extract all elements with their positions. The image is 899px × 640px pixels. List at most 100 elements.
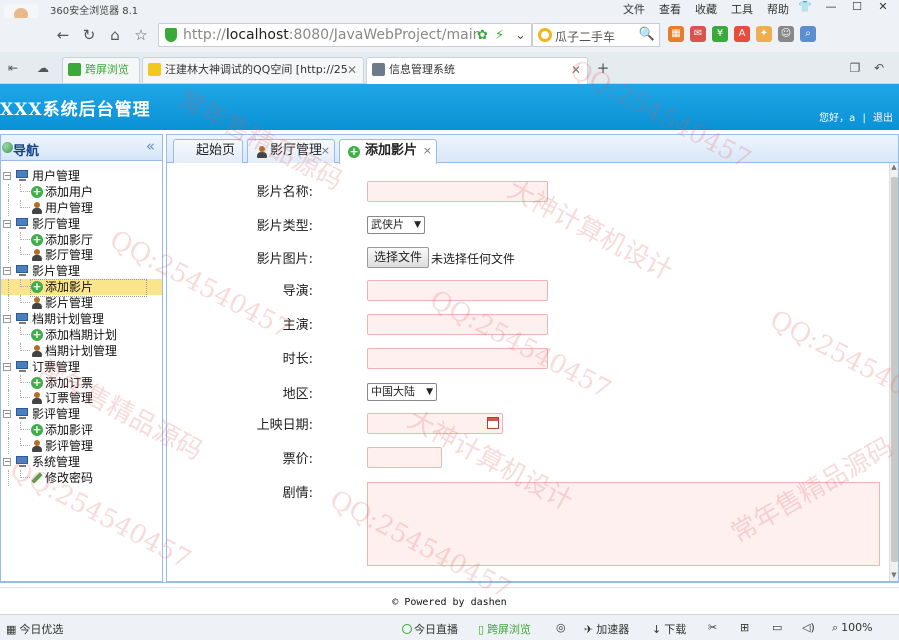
close-tab-icon[interactable]: ×	[321, 140, 330, 162]
collapse-toggle-icon[interactable]: −	[3, 315, 11, 324]
safety-icon[interactable]: ¥	[712, 26, 728, 42]
address-bar[interactable]: http://localhost:8080/JavaWebProject/mai…	[158, 23, 532, 47]
actor-input[interactable]	[367, 314, 548, 335]
sidebar-item[interactable]: + 添加订票	[1, 374, 162, 391]
choose-file-button[interactable]: 选择文件	[367, 247, 430, 268]
tab-qq-space[interactable]: 汪建林大神调试的QQ空间 [http://25 ✕	[142, 57, 364, 83]
mail-icon[interactable]: ✉	[690, 26, 706, 42]
translate-icon[interactable]: ✦	[756, 26, 772, 42]
game-icon[interactable]: ☺	[778, 26, 794, 42]
collapse-icon[interactable]: «	[146, 137, 155, 155]
live-link[interactable]: 今日直播	[402, 621, 458, 637]
tab-history-icon[interactable]: ⇤	[2, 58, 24, 78]
movie-name-input[interactable]	[367, 181, 548, 202]
zoom-search-icon[interactable]: ⌕	[800, 26, 816, 42]
sidebar-group[interactable]: − 系统管理	[1, 454, 162, 470]
screenshot-icon[interactable]: A	[734, 26, 750, 42]
duration-input[interactable]	[367, 348, 548, 369]
accelerator-link[interactable]: ✈ 加速器	[584, 621, 629, 637]
tab-add-movie[interactable]: + 添加影片 ×	[339, 139, 437, 164]
search-icon[interactable]: 🔍	[639, 27, 655, 42]
browser-titlebar: 360安全浏览器 8.1 文件 查看 收藏 工具 帮助 👕 — ☐ ✕	[0, 0, 899, 40]
sidebar-group[interactable]: − 档期计划管理	[1, 311, 162, 327]
scroll-thumb[interactable]	[891, 177, 898, 562]
collapse-toggle-icon[interactable]: −	[3, 219, 11, 228]
apps-icon[interactable]: ▦	[668, 26, 684, 42]
sidebar-item[interactable]: + 添加档期计划	[1, 326, 162, 343]
window-icon[interactable]: ▭	[772, 621, 782, 634]
content-scrollbar[interactable]: ▲ ▼	[889, 163, 898, 581]
collapse-toggle-icon[interactable]: −	[3, 172, 11, 180]
search-box[interactable]: 瓜子二手车 🔍	[532, 23, 660, 47]
release-date-input[interactable]	[367, 413, 503, 434]
plot-textarea[interactable]	[367, 482, 880, 566]
director-input[interactable]	[367, 280, 548, 301]
close-icon[interactable]: ✕	[871, 0, 895, 14]
region-select[interactable]: 中国大陆 ▼	[367, 383, 437, 401]
browser-tabs-row: ⇤ ☁ 跨屏浏览 汪建林大神调试的QQ空间 [http://25 ✕ 信息管理系…	[0, 52, 899, 84]
collapse-toggle-icon[interactable]: −	[3, 362, 11, 371]
sidebar-item[interactable]: 档期计划管理	[1, 342, 162, 359]
cross-screen-link[interactable]: ▯ 跨屏浏览	[478, 621, 531, 637]
cloud-icon[interactable]: ☁	[32, 58, 54, 78]
price-input[interactable]	[367, 447, 442, 468]
skin-icon[interactable]: 👕	[793, 0, 817, 14]
tab-info-system[interactable]: 信息管理系统 ✕	[366, 57, 588, 84]
sidebar-item[interactable]: + 添加影片	[1, 279, 162, 298]
network-icon[interactable]: ◎	[556, 621, 566, 634]
calendar-icon[interactable]	[487, 417, 499, 429]
collapse-toggle-icon[interactable]: −	[3, 458, 11, 467]
cleanup-icon[interactable]: ⊞	[740, 621, 749, 634]
sidebar-group[interactable]: − 影评管理	[1, 406, 162, 422]
address-dropdown-icon[interactable]: ⌄	[515, 28, 526, 43]
sidebar-item[interactable]: 影厅管理	[1, 247, 162, 264]
tab-cross-screen[interactable]: 跨屏浏览	[62, 57, 140, 83]
back-icon[interactable]: ←	[52, 25, 74, 45]
menu-tools[interactable]: 工具	[731, 1, 753, 17]
close-tab-icon[interactable]: ✕	[347, 58, 357, 82]
sidebar-group[interactable]: − 影片管理	[1, 263, 162, 279]
sidebar-item[interactable]: 影评管理	[1, 438, 162, 455]
menu-favorites[interactable]: 收藏	[695, 1, 717, 17]
maximize-icon[interactable]: ☐	[845, 0, 869, 14]
home-icon[interactable]: ⌂	[104, 25, 126, 45]
undo-close-icon[interactable]: ↶	[868, 58, 890, 78]
tab-home[interactable]: 起始页	[173, 139, 243, 163]
sound-icon[interactable]: ◁)	[802, 621, 815, 634]
new-tab-button[interactable]: +	[592, 58, 614, 78]
screenshot-icon[interactable]: ✂	[708, 621, 717, 634]
daily-picks[interactable]: ▦ 今日优选	[6, 621, 63, 637]
close-tab-icon[interactable]: ×	[423, 140, 432, 162]
sidebar-item[interactable]: 修改密码	[1, 469, 162, 486]
sidebar-item[interactable]: 订票管理	[1, 390, 162, 407]
browser-statusbar: ▦ 今日优选 今日直播 ▯ 跨屏浏览 ◎ ✈ 加速器 ↓ 下载 ✂ ⊞ ▭ ◁) ⌕ 10…	[0, 614, 899, 640]
sidebar-group[interactable]: − 影厅管理	[1, 216, 162, 232]
sidebar-group[interactable]: − 订票管理	[1, 359, 162, 375]
star-icon[interactable]: ☆	[130, 25, 152, 45]
menu-help[interactable]: 帮助	[767, 1, 789, 17]
collapse-toggle-icon[interactable]: −	[3, 410, 11, 419]
sidebar-item[interactable]: 影片管理	[1, 295, 162, 312]
tab-list-icon[interactable]: ❐	[844, 58, 866, 78]
menu-view[interactable]: 查看	[659, 1, 681, 17]
sidebar-item[interactable]: + 添加影评	[1, 422, 162, 439]
sidebar-item[interactable]: + 添加用户	[1, 183, 162, 200]
collapse-toggle-icon[interactable]: −	[3, 267, 11, 276]
logout-link[interactable]: 退出	[873, 113, 893, 124]
scroll-down-icon[interactable]: ▼	[890, 571, 898, 581]
menu-file[interactable]: 文件	[623, 1, 645, 17]
close-tab-icon[interactable]: ✕	[571, 58, 581, 82]
movie-type-select[interactable]: 武侠片 ▼	[367, 216, 425, 234]
refresh-icon[interactable]: ↻	[78, 25, 100, 45]
sidebar-group[interactable]: − 用户管理	[1, 168, 162, 184]
user-icon	[31, 201, 43, 214]
download-link[interactable]: ↓ 下载	[652, 621, 686, 637]
sidebar-item[interactable]: 用户管理	[1, 199, 162, 216]
speed-mode-icon[interactable]: ⚡	[495, 28, 504, 43]
tab-hall-management[interactable]: 影厅管理 ×	[247, 139, 335, 163]
compat-mode-icon[interactable]: ✿	[477, 28, 488, 43]
sidebar-item[interactable]: + 添加影厅	[1, 231, 162, 248]
scroll-up-icon[interactable]: ▲	[890, 163, 898, 173]
minimize-icon[interactable]: —	[819, 0, 843, 14]
zoom-level[interactable]: ⌕ 100%	[832, 621, 873, 635]
